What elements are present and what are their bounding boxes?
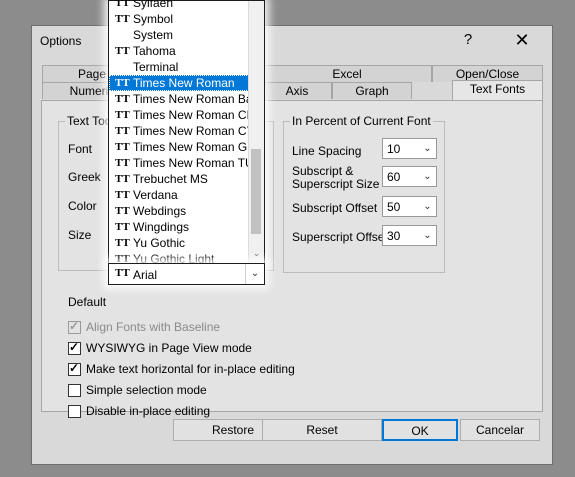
- truetype-icon: TT: [115, 157, 130, 169]
- font-list-item[interactable]: TT Tahoma: [109, 43, 249, 59]
- font-list-item[interactable]: TT Symbol: [109, 11, 249, 27]
- close-icon[interactable]: ✕: [507, 29, 537, 51]
- font-list-item[interactable]: TT Yu Gothic: [109, 235, 249, 251]
- tab-text-fonts[interactable]: Text Fonts: [452, 80, 543, 100]
- chevron-down-icon: ⌄: [423, 171, 432, 182]
- subscript-offset-label: Subscript Offset: [292, 201, 378, 215]
- chevron-down-icon: ⌄: [423, 143, 432, 154]
- subscript-offset-select[interactable]: 50 ⌄: [382, 196, 437, 217]
- tab-graph[interactable]: Graph: [332, 82, 412, 99]
- font-name: Webdings: [133, 204, 187, 218]
- font-name: Trebuchet MS: [133, 172, 208, 186]
- chevron-down-icon: ⌄: [423, 230, 432, 241]
- font-list-item[interactable]: TT Verdana: [109, 187, 249, 203]
- font-name: Wingdings: [133, 220, 190, 234]
- line-spacing-label: Line Spacing: [292, 144, 362, 158]
- sub-super-size-select[interactable]: 60 ⌄: [382, 166, 437, 187]
- wysiwyg-checkbox[interactable]: WYSIWYG in Page View mode: [68, 340, 252, 355]
- font-list-item[interactable]: TT Sylfaen: [109, 0, 249, 11]
- sub-super-size-label: Subscript & Superscript Size: [292, 164, 380, 191]
- font-list-item[interactable]: TTTimes New Roman TUR: [109, 155, 249, 171]
- font-list-item[interactable]: TT Wingdings: [109, 219, 249, 235]
- tab-axis[interactable]: Axis: [262, 82, 332, 99]
- chevron-down-icon: ⌄: [423, 201, 432, 212]
- checkbox-box: [68, 383, 81, 397]
- font-name: Sylfaen: [133, 0, 174, 10]
- percent-group-title: In Percent of Current Font: [290, 114, 433, 128]
- font-list-item[interactable]: TT Webdings: [109, 203, 249, 219]
- checkbox-box: [68, 340, 81, 355]
- font-name: Times New Roman: [133, 76, 235, 90]
- truetype-icon: TT: [115, 173, 130, 185]
- font-name: Verdana: [133, 188, 178, 202]
- disable-inplace-checkbox[interactable]: Disable in-place editing: [68, 404, 210, 418]
- font-list-item[interactable]: TTTimes New Roman Greek: [109, 139, 249, 155]
- truetype-icon: TT: [115, 109, 130, 121]
- font-name: Times New Roman TUR: [133, 156, 249, 170]
- truetype-icon: TT: [115, 141, 130, 153]
- chevron-down-icon[interactable]: ⌄: [245, 264, 264, 284]
- default-font-value: Arial: [133, 268, 158, 282]
- scroll-down-icon[interactable]: ⌄: [249, 248, 264, 259]
- font-name: Times New Roman Greek: [133, 140, 249, 154]
- font-list-item[interactable]: TT Trebuchet MS: [109, 171, 249, 187]
- truetype-icon: TT: [115, 93, 130, 105]
- ok-button[interactable]: OK: [382, 419, 458, 441]
- font-label: Font: [68, 142, 93, 156]
- dropdown-scrollbar[interactable]: ⌄: [248, 1, 264, 264]
- cancel-button[interactable]: Cancelar: [460, 419, 540, 441]
- horizontal-text-checkbox[interactable]: Make text horizontal for in-place editin…: [68, 361, 295, 376]
- text-tool-group-title: Text Too: [65, 114, 114, 128]
- font-list-item[interactable]: TTTimes New Roman Baltic: [109, 91, 249, 107]
- tab-excel[interactable]: Excel: [262, 65, 432, 82]
- font-dropdown-list[interactable]: TT Sylfaen TT Symbol System TT Tahoma Terminal T…: [108, 0, 265, 266]
- window-title: Options: [40, 34, 82, 48]
- font-name: Symbol: [133, 12, 174, 26]
- superscript-offset-select[interactable]: 30 ⌄: [382, 225, 437, 246]
- default-label: Default: [68, 295, 107, 309]
- superscript-offset-label: Superscript Offset: [292, 230, 388, 244]
- font-list-item[interactable]: Terminal: [109, 59, 249, 75]
- checkbox-box: [68, 319, 81, 334]
- truetype-icon: TT: [115, 221, 130, 233]
- truetype-icon: TT: [115, 13, 130, 25]
- checkbox-box: [68, 361, 81, 376]
- scrollbar-thumb[interactable]: [251, 149, 261, 234]
- font-list-item[interactable]: System: [109, 27, 249, 43]
- truetype-icon: TT: [115, 237, 130, 249]
- font-name: Times New Roman CE: [133, 108, 249, 122]
- font-name: Times New Roman Baltic: [133, 92, 249, 106]
- simple-selection-checkbox[interactable]: Simple selection mode: [68, 383, 207, 397]
- font-list-item[interactable]: TT Times New Roman CE: [109, 107, 249, 123]
- font-name: Tahoma: [133, 44, 176, 58]
- default-font-select[interactable]: TT Arial ⌄: [108, 263, 265, 285]
- font-name: Yu Gothic: [133, 236, 186, 250]
- font-name: System: [133, 28, 174, 42]
- truetype-icon: TT: [115, 125, 130, 137]
- truetype-icon: TT: [115, 45, 130, 57]
- help-icon[interactable]: ?: [453, 29, 483, 51]
- percent-group: In Percent of Current Font Line Spacing …: [283, 114, 445, 273]
- truetype-icon: TT: [115, 205, 130, 217]
- line-spacing-select[interactable]: 10 ⌄: [382, 138, 437, 159]
- font-list-item[interactable]: TTTimes New Roman CYR: [109, 123, 249, 139]
- truetype-icon: TT: [115, 0, 130, 9]
- size-label: Size: [68, 228, 92, 242]
- checkbox-box: [68, 404, 81, 418]
- font-name: Times New Roman CYR: [133, 124, 249, 138]
- truetype-icon: TT: [115, 267, 130, 279]
- reset-button[interactable]: Reset: [262, 419, 382, 441]
- truetype-icon: TT: [115, 77, 130, 89]
- greek-label: Greek: [68, 170, 101, 184]
- font-list-item[interactable]: TT Times New Roman: [109, 75, 249, 91]
- color-label: Color: [68, 199, 97, 213]
- align-baseline-checkbox[interactable]: Align Fonts with Baseline: [68, 319, 220, 334]
- font-name: Terminal: [133, 60, 179, 74]
- truetype-icon: TT: [115, 189, 130, 201]
